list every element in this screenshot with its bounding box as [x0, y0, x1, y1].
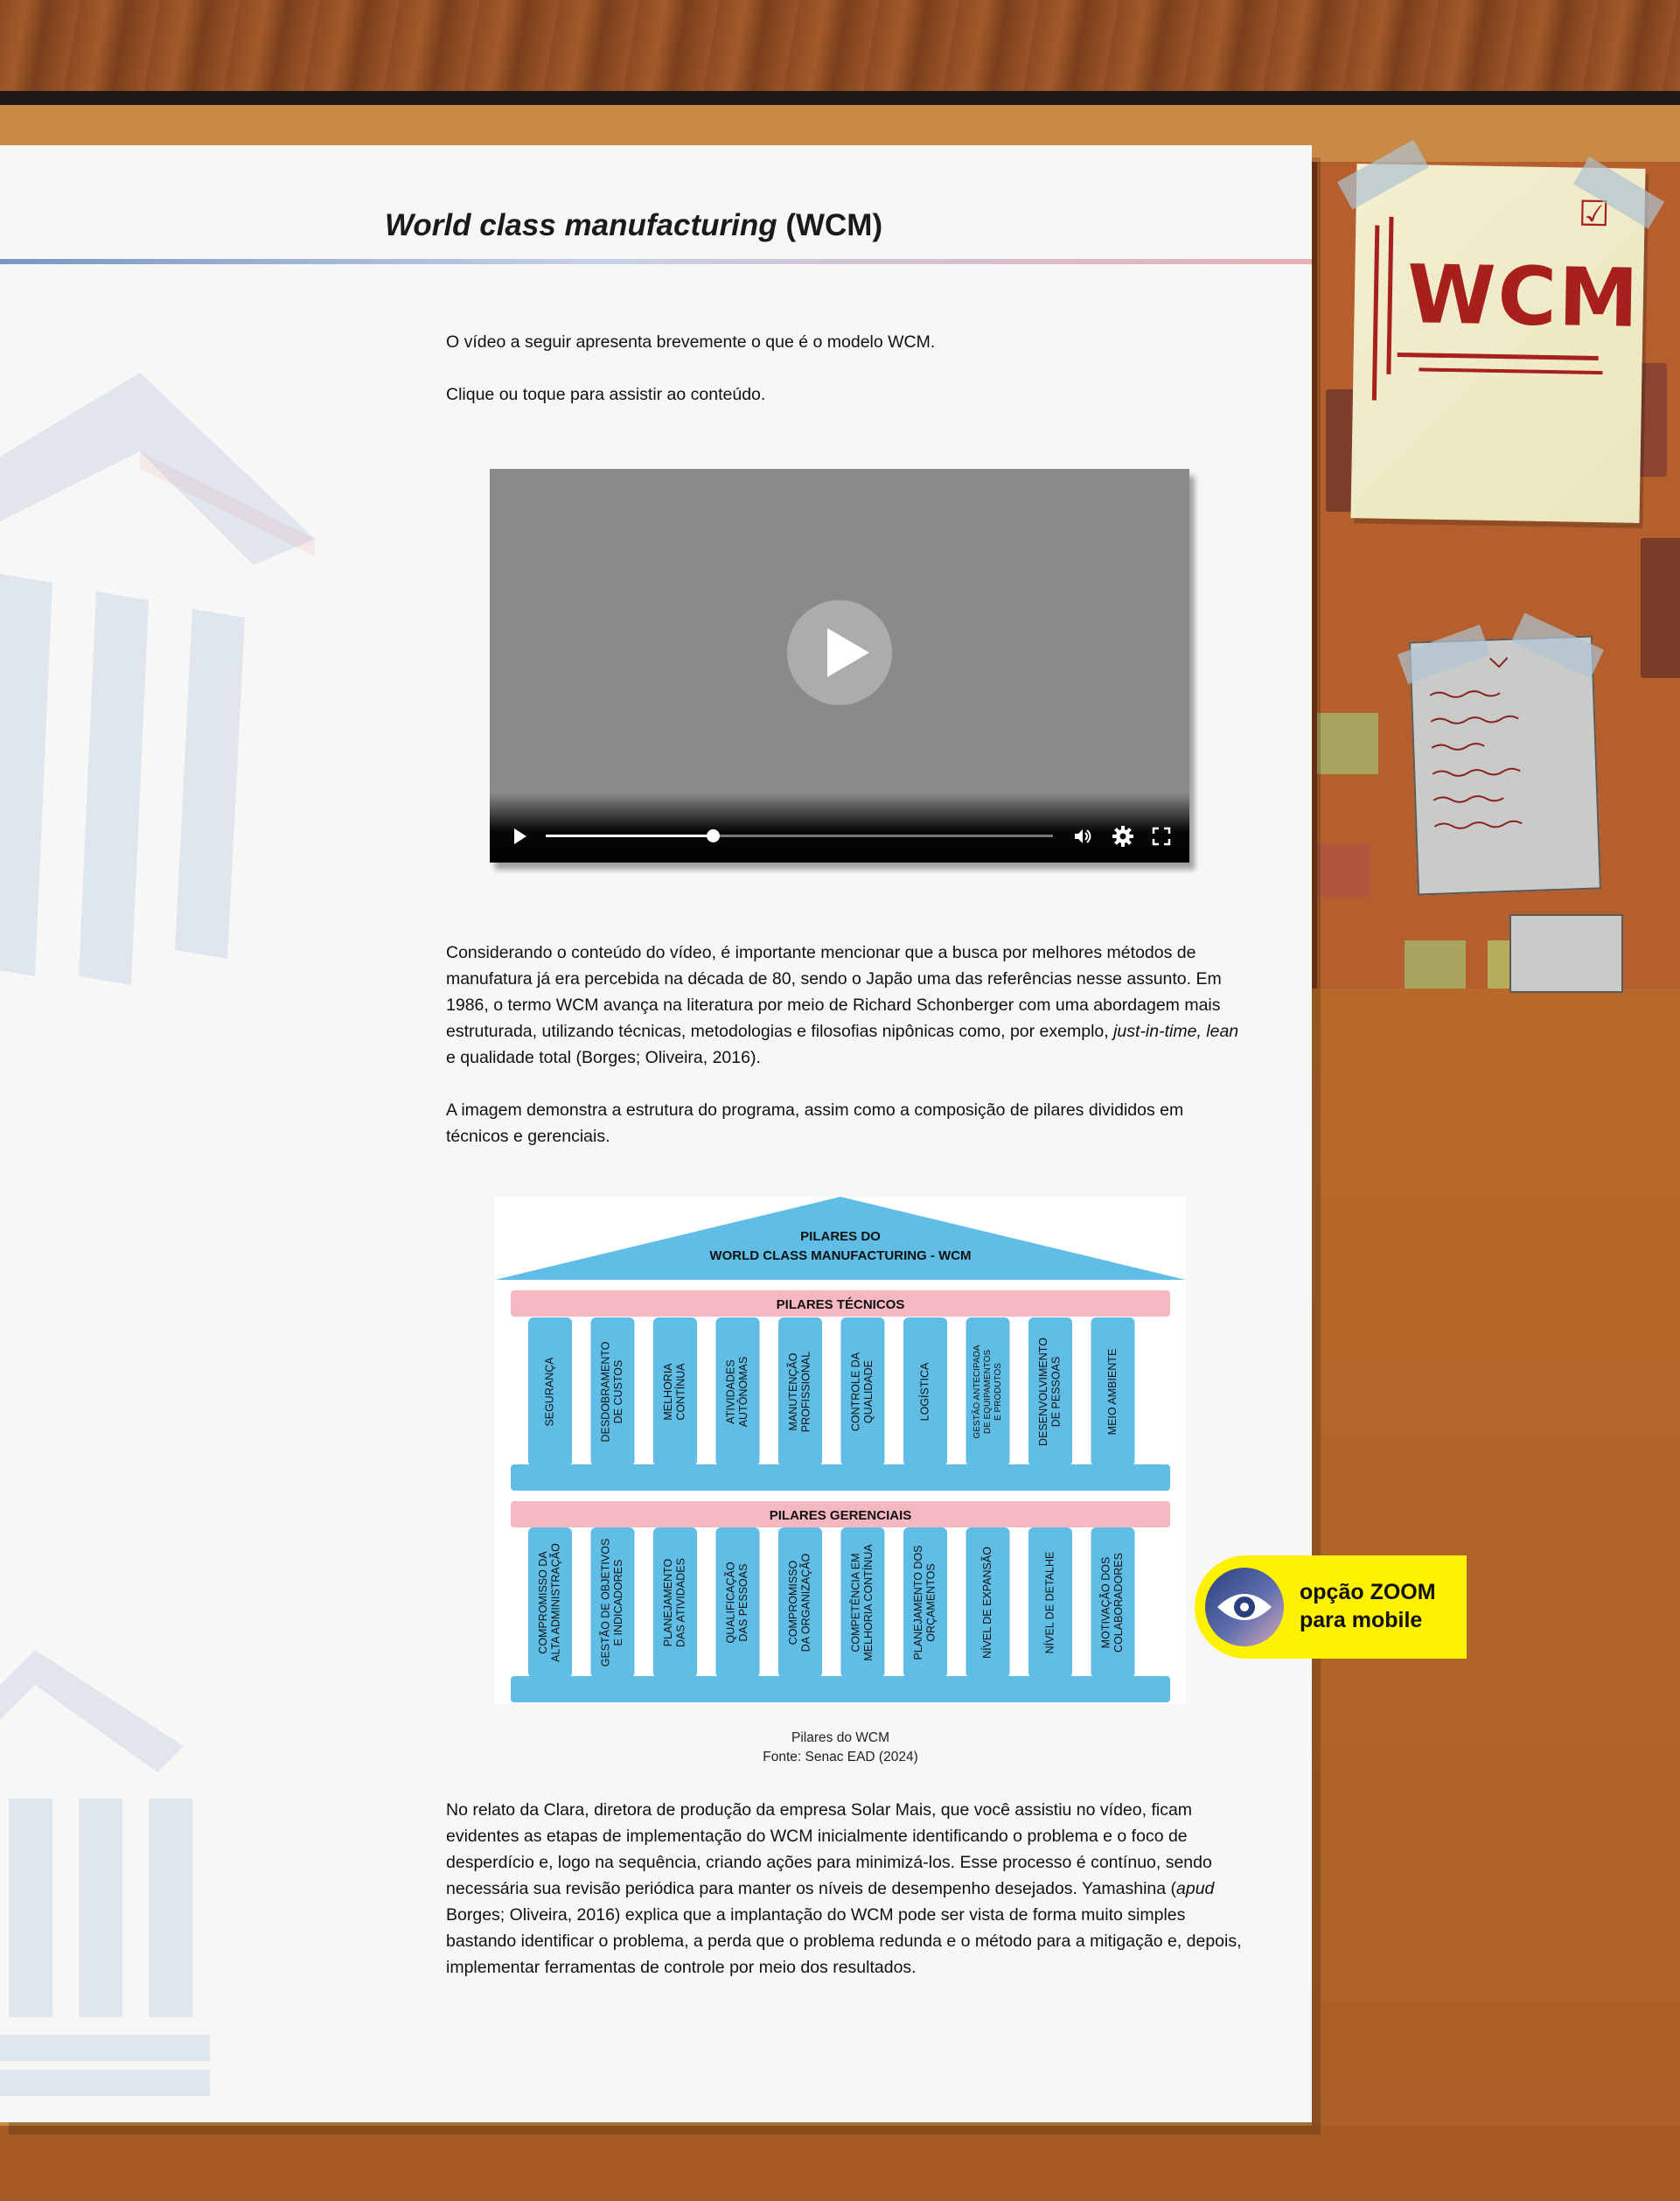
wcm-sticky-note: WCM ☑ — [1336, 139, 1665, 523]
title-divider — [0, 259, 1312, 264]
pillar-label: SEGURANÇA — [543, 1357, 555, 1427]
settings-gear-icon[interactable] — [1112, 825, 1134, 848]
body-paragraph-2: A imagem demonstra a estrutura do progra… — [446, 1100, 1184, 1146]
pillar-label: DESENVOLVIMENTO — [1037, 1338, 1049, 1446]
pillar-label: MEIO AMBIENTE — [1106, 1349, 1119, 1436]
gerenciais-base — [511, 1676, 1170, 1702]
eye-glyph-icon — [1217, 1594, 1272, 1620]
pillar-label: GESTÃO DE OBJETIVOS — [600, 1539, 612, 1667]
body-text: e qualidade total (Borges; Oliveira, 201… — [446, 1048, 761, 1067]
pillar-label: NÍVEL DE DETALHE — [1042, 1552, 1056, 1654]
pillar-label: GESTÃO ANTECIPADA — [971, 1345, 982, 1438]
video-player[interactable] — [490, 469, 1189, 863]
pillar-label: ATIVIDADES — [725, 1359, 737, 1423]
pillar-label: DE PESSOAS — [1050, 1357, 1063, 1428]
pillar-label: COLABORADORES — [1112, 1553, 1125, 1652]
pillar-label: PROFISSIONAL — [800, 1352, 812, 1432]
roof-title-line1: PILARES DO — [800, 1229, 881, 1244]
page-title-italic: World class manufacturing — [385, 208, 777, 242]
page-title-rest: (WCM) — [777, 208, 883, 242]
pillar-label: MANUTENÇÃO — [787, 1352, 799, 1430]
intro-instruction: Clique ou toque para assistir ao conteúd… — [446, 385, 766, 404]
pillar-label: MELHORIA CONTÍNUA — [861, 1544, 875, 1661]
board-note — [1317, 844, 1370, 897]
pillar-label: ALTA ADMINISTRAÇÃO — [550, 1543, 562, 1662]
wood-ceiling — [0, 0, 1680, 91]
pillar-label: DE EQUIPAMENTOS — [983, 1350, 993, 1435]
eye-icon — [1205, 1568, 1284, 1646]
board-note — [1317, 713, 1378, 774]
pillar-label: E INDICADORES — [612, 1560, 624, 1646]
pillar-label: COMPETÊNCIA EM — [849, 1553, 862, 1652]
tecnicos-pillars: SEGURANÇA DESDOBRAMENTO DE CUSTOS MELHORIA C… — [528, 1317, 1135, 1466]
note-stroke — [1371, 225, 1380, 401]
body-paragraph-3: No relato da Clara, diretora de produção… — [446, 1797, 1242, 1981]
zoom-label: opção ZOOM para mobile — [1300, 1578, 1457, 1634]
pillar-label: DAS ATIVIDADES — [675, 1558, 687, 1647]
note-stroke — [1386, 216, 1394, 374]
pillar-label: QUALIDADE — [862, 1360, 875, 1423]
pillars-diagram-svg: PILARES DO WORLD CLASS MANUFACTURING - W… — [495, 1197, 1186, 1702]
sticky-note-title: WCM — [1406, 248, 1642, 346]
pillar-label: DESDOBRAMENTO — [600, 1341, 612, 1442]
body-text: Borges; Oliveira, 2016) explica que a im… — [446, 1905, 1242, 1977]
gerenciais-pillars: COMPROMISSO DA ALTA ADMINISTRAÇÃO GESTÃO D… — [528, 1527, 1135, 1678]
pillar-label: MELHORIA — [662, 1363, 674, 1421]
tecnicos-base — [511, 1464, 1170, 1491]
page-title: World class manufacturing (WCM) — [0, 208, 1312, 243]
caption-source: Fonte: Senac EAD (2024) — [763, 1750, 918, 1764]
pillar-label: QUALIFICAÇÃO — [725, 1562, 737, 1643]
pillar-label: DAS PESSOAS — [737, 1564, 749, 1642]
pillar-label: COMPROMISSO DA — [537, 1551, 549, 1654]
board-document — [1409, 635, 1601, 896]
roof-title-line2: WORLD CLASS MANUFACTURING - WCM — [709, 1248, 971, 1263]
body-text: Considerando o conteúdo do vídeo, é impo… — [446, 943, 1222, 1041]
tecnicos-label: PILARES TÉCNICOS — [777, 1297, 905, 1312]
pillar-label: MOTIVAÇÃO DOS — [1100, 1557, 1112, 1649]
pillar-label: DE CUSTOS — [612, 1360, 624, 1424]
gerenciais-label: PILARES GERENCIAIS — [770, 1508, 912, 1523]
progress-fill — [546, 835, 714, 837]
ceiling-trim — [0, 91, 1680, 105]
pillar-label: COMPROMISSO — [787, 1560, 799, 1645]
zoom-label-line1: opção ZOOM — [1300, 1580, 1436, 1604]
figure-caption: Pilares do WCM Fonte: Senac EAD (2024) — [495, 1729, 1186, 1767]
wcm-pillars-diagram: PILARES DO WORLD CLASS MANUFACTURING - W… — [495, 1197, 1186, 1704]
board-note — [1405, 940, 1466, 989]
intro-text: O vídeo a seguir apresenta brevemente o … — [446, 332, 936, 352]
pillar-label: PLANEJAMENTO — [662, 1558, 674, 1646]
board-note — [1641, 538, 1680, 678]
building-decoration-icon — [0, 373, 315, 985]
floor-bottom — [0, 2126, 1680, 2201]
fullscreen-icon[interactable] — [1151, 826, 1172, 847]
play-button[interactable] — [787, 600, 892, 705]
pillar-label: NÍVEL DE EXPANSÃO — [980, 1547, 993, 1659]
scribble-icon — [1429, 657, 1523, 829]
body-text-italic: just-in-time, lean — [1113, 1022, 1239, 1041]
pillar-label: AUTÔNOMAS — [736, 1357, 749, 1428]
building-decoration-icon — [0, 1650, 210, 2096]
note-underline — [1419, 367, 1603, 375]
pillar-label: PLANEJAMENTO DOS — [912, 1545, 924, 1659]
body-paragraph-1: Considerando o conteúdo do vídeo, é impo… — [446, 940, 1242, 1071]
volume-icon[interactable] — [1072, 826, 1093, 847]
pillar-label: CONTÍNUA — [674, 1363, 687, 1421]
pillar-label: DA ORGANIZAÇÃO — [800, 1553, 812, 1652]
zoom-label-line2: para mobile — [1300, 1608, 1423, 1632]
zoom-mobile-button[interactable]: opção ZOOM para mobile — [1195, 1555, 1467, 1659]
content-page: World class manufacturing (WCM) O vídeo … — [0, 145, 1312, 2122]
progress-bar[interactable] — [546, 829, 1053, 842]
pillar-label: LOGÍSTICA — [917, 1362, 931, 1421]
play-control-icon[interactable] — [514, 828, 526, 844]
caption-title: Pilares do WCM — [791, 1730, 889, 1745]
body-text-italic: apud — [1176, 1879, 1215, 1898]
pillar-label: ORÇAMENTOS — [925, 1563, 938, 1641]
body-text: No relato da Clara, diretora de produção… — [446, 1800, 1212, 1898]
pillar-label: CONTROLE DA — [850, 1352, 862, 1431]
board-document-small — [1509, 914, 1623, 993]
pillar-label: E PRODUTOS — [993, 1363, 1003, 1421]
note-underline — [1397, 352, 1599, 361]
